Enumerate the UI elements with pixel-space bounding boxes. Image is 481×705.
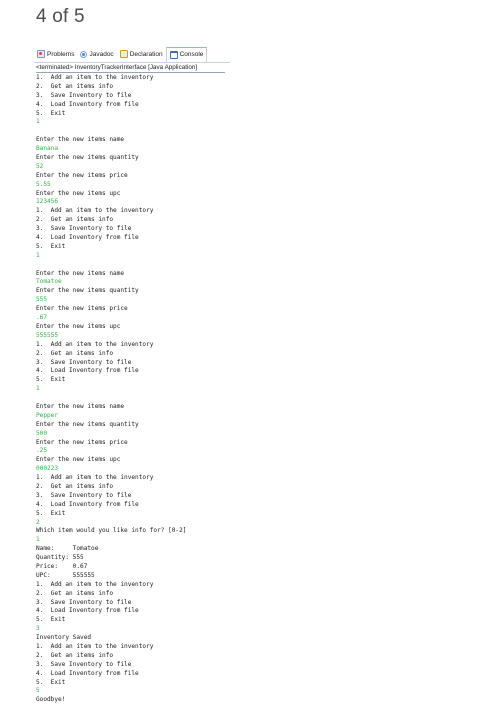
console-output-line: Which item would you like info for? [0-2… <box>36 527 187 535</box>
console-input-line: 5.55 <box>36 180 51 188</box>
console-output-line: 4. Load Inventory from file <box>36 607 139 615</box>
tab-label: Declaration <box>129 50 163 58</box>
console-output-line: 2. Get an items info <box>36 82 114 90</box>
console-output-line: 4. Load Inventory from file <box>36 367 139 375</box>
console-output-line: 1. Add an item to the inventory <box>36 474 154 482</box>
console-input-line: 1 <box>36 385 40 393</box>
console-output-line: 1. Add an item to the inventory <box>36 74 154 81</box>
console-input-line: 3 <box>36 625 40 633</box>
console-output-line: Quantity: 555 <box>36 554 84 562</box>
console-input-line: 555555 <box>36 331 59 339</box>
console-output-line: 2. Get an items info <box>36 349 114 357</box>
console-output-line: 2. Get an items info <box>36 589 114 597</box>
console-output-line: 5. Exit <box>36 616 66 624</box>
console-output-line: 2. Get an items info <box>36 216 114 224</box>
console-output-line: 1. Add an item to the inventory <box>36 580 154 588</box>
console-output-line: 1. Add an item to the inventory <box>36 340 154 348</box>
javadoc-icon <box>80 50 88 58</box>
console-input-line: 1 <box>36 536 40 544</box>
console-input-line: 2 <box>36 518 40 526</box>
console-output-line: 5. Exit <box>36 376 66 384</box>
tab-label: Problems <box>47 50 75 58</box>
console-output-line: 3. Save Inventory to file <box>36 225 132 233</box>
console-output-line: 5. Exit <box>36 678 66 686</box>
console-output-line: Enter the new items price <box>36 438 128 446</box>
status-divider <box>36 72 225 73</box>
console-output-line: Goodbye! <box>36 696 66 704</box>
console-output-line: 3. Save Inventory to file <box>36 91 132 99</box>
console-input-line: Pepper <box>36 411 59 419</box>
console-output-line: 5. Exit <box>36 109 66 117</box>
terminated-status: <terminated> InventoryTrackerInterface [… <box>36 64 198 71</box>
console-input-line: Banana <box>36 145 59 153</box>
console-input-line: 1 <box>36 118 40 126</box>
console-input-line: 000223 <box>36 465 59 473</box>
console-output-line: Enter the new items name <box>36 269 125 277</box>
console-output-line: Enter the new items quantity <box>36 287 139 295</box>
console-input-line: 123456 <box>36 198 59 206</box>
console-output-line: 3. Save Inventory to file <box>36 598 132 606</box>
console-input-line: 5 <box>36 687 40 695</box>
console-input-line: Tomatoe <box>36 278 62 286</box>
console-output[interactable]: 1. Add an item to the inventory 2. Get an… <box>36 74 228 705</box>
tab-javadoc[interactable]: Javadoc <box>77 47 116 61</box>
console-output-line: Name: Tomatoe <box>36 545 99 553</box>
console-output-line: Inventory Saved <box>36 634 92 642</box>
console-output-line: 1. Add an item to the inventory <box>36 207 154 215</box>
console-input-line: 555 <box>36 296 48 304</box>
console-input-line: 1 <box>36 251 40 259</box>
console-output-line: 5. Exit <box>36 242 66 250</box>
tab-divider <box>34 62 230 63</box>
console-input-line: 52 <box>36 162 44 170</box>
declaration-icon <box>119 50 128 58</box>
console-output-line: UPC: 555555 <box>36 571 95 579</box>
console-output-line: Enter the new items price <box>36 305 128 313</box>
console-output-line: Enter the new items quantity <box>36 420 139 428</box>
tab-declaration[interactable]: Declaration <box>117 47 166 61</box>
view-tab-bar: Problems Javadoc Declaration Console <box>34 46 230 62</box>
console-output-line: 1. Add an item to the inventory <box>36 643 154 650</box>
problems-icon <box>37 50 45 58</box>
console-output-line: Enter the new items quantity <box>36 154 139 162</box>
console-output-line: Enter the new items name <box>36 402 125 410</box>
console-output-line: Enter the new items upc <box>36 189 121 197</box>
console-output-line: Enter the new items name <box>36 136 125 144</box>
console-scrollbar[interactable] <box>226 63 230 683</box>
tab-problems[interactable]: Problems <box>34 47 77 61</box>
tab-console[interactable]: Console <box>165 46 208 62</box>
console-output-line: 4. Load Inventory from file <box>36 100 139 108</box>
console-output-line: Enter the new items upc <box>36 456 121 464</box>
console-input-line: 500 <box>36 429 48 437</box>
tab-label: Console <box>179 51 204 58</box>
console-output-line: 4. Load Inventory from file <box>36 234 139 242</box>
page-counter: 4 of 5 <box>36 6 85 27</box>
console-output-line: 3. Save Inventory to file <box>36 660 132 668</box>
console-icon <box>169 50 178 59</box>
console-view-panel: Problems Javadoc Declaration Console <te… <box>34 46 230 703</box>
console-output-line: 4. Load Inventory from file <box>36 500 139 508</box>
console-output-line: 2. Get an items info <box>36 482 114 490</box>
console-output-line: 3. Save Inventory to file <box>36 358 132 366</box>
console-output-line: Enter the new items price <box>36 171 128 179</box>
console-output-line: Price: 0.67 <box>36 562 88 570</box>
console-output-line: 5. Exit <box>36 509 66 517</box>
console-output-line: Enter the new items upc <box>36 322 121 330</box>
console-input-line: .25 <box>36 447 48 455</box>
console-output-line: 4. Load Inventory from file <box>36 669 139 677</box>
tab-label: Javadoc <box>89 50 114 58</box>
console-input-line: .67 <box>36 314 48 322</box>
console-output-line: 3. Save Inventory to file <box>36 491 132 499</box>
console-output-line: 2. Get an items info <box>36 651 114 659</box>
